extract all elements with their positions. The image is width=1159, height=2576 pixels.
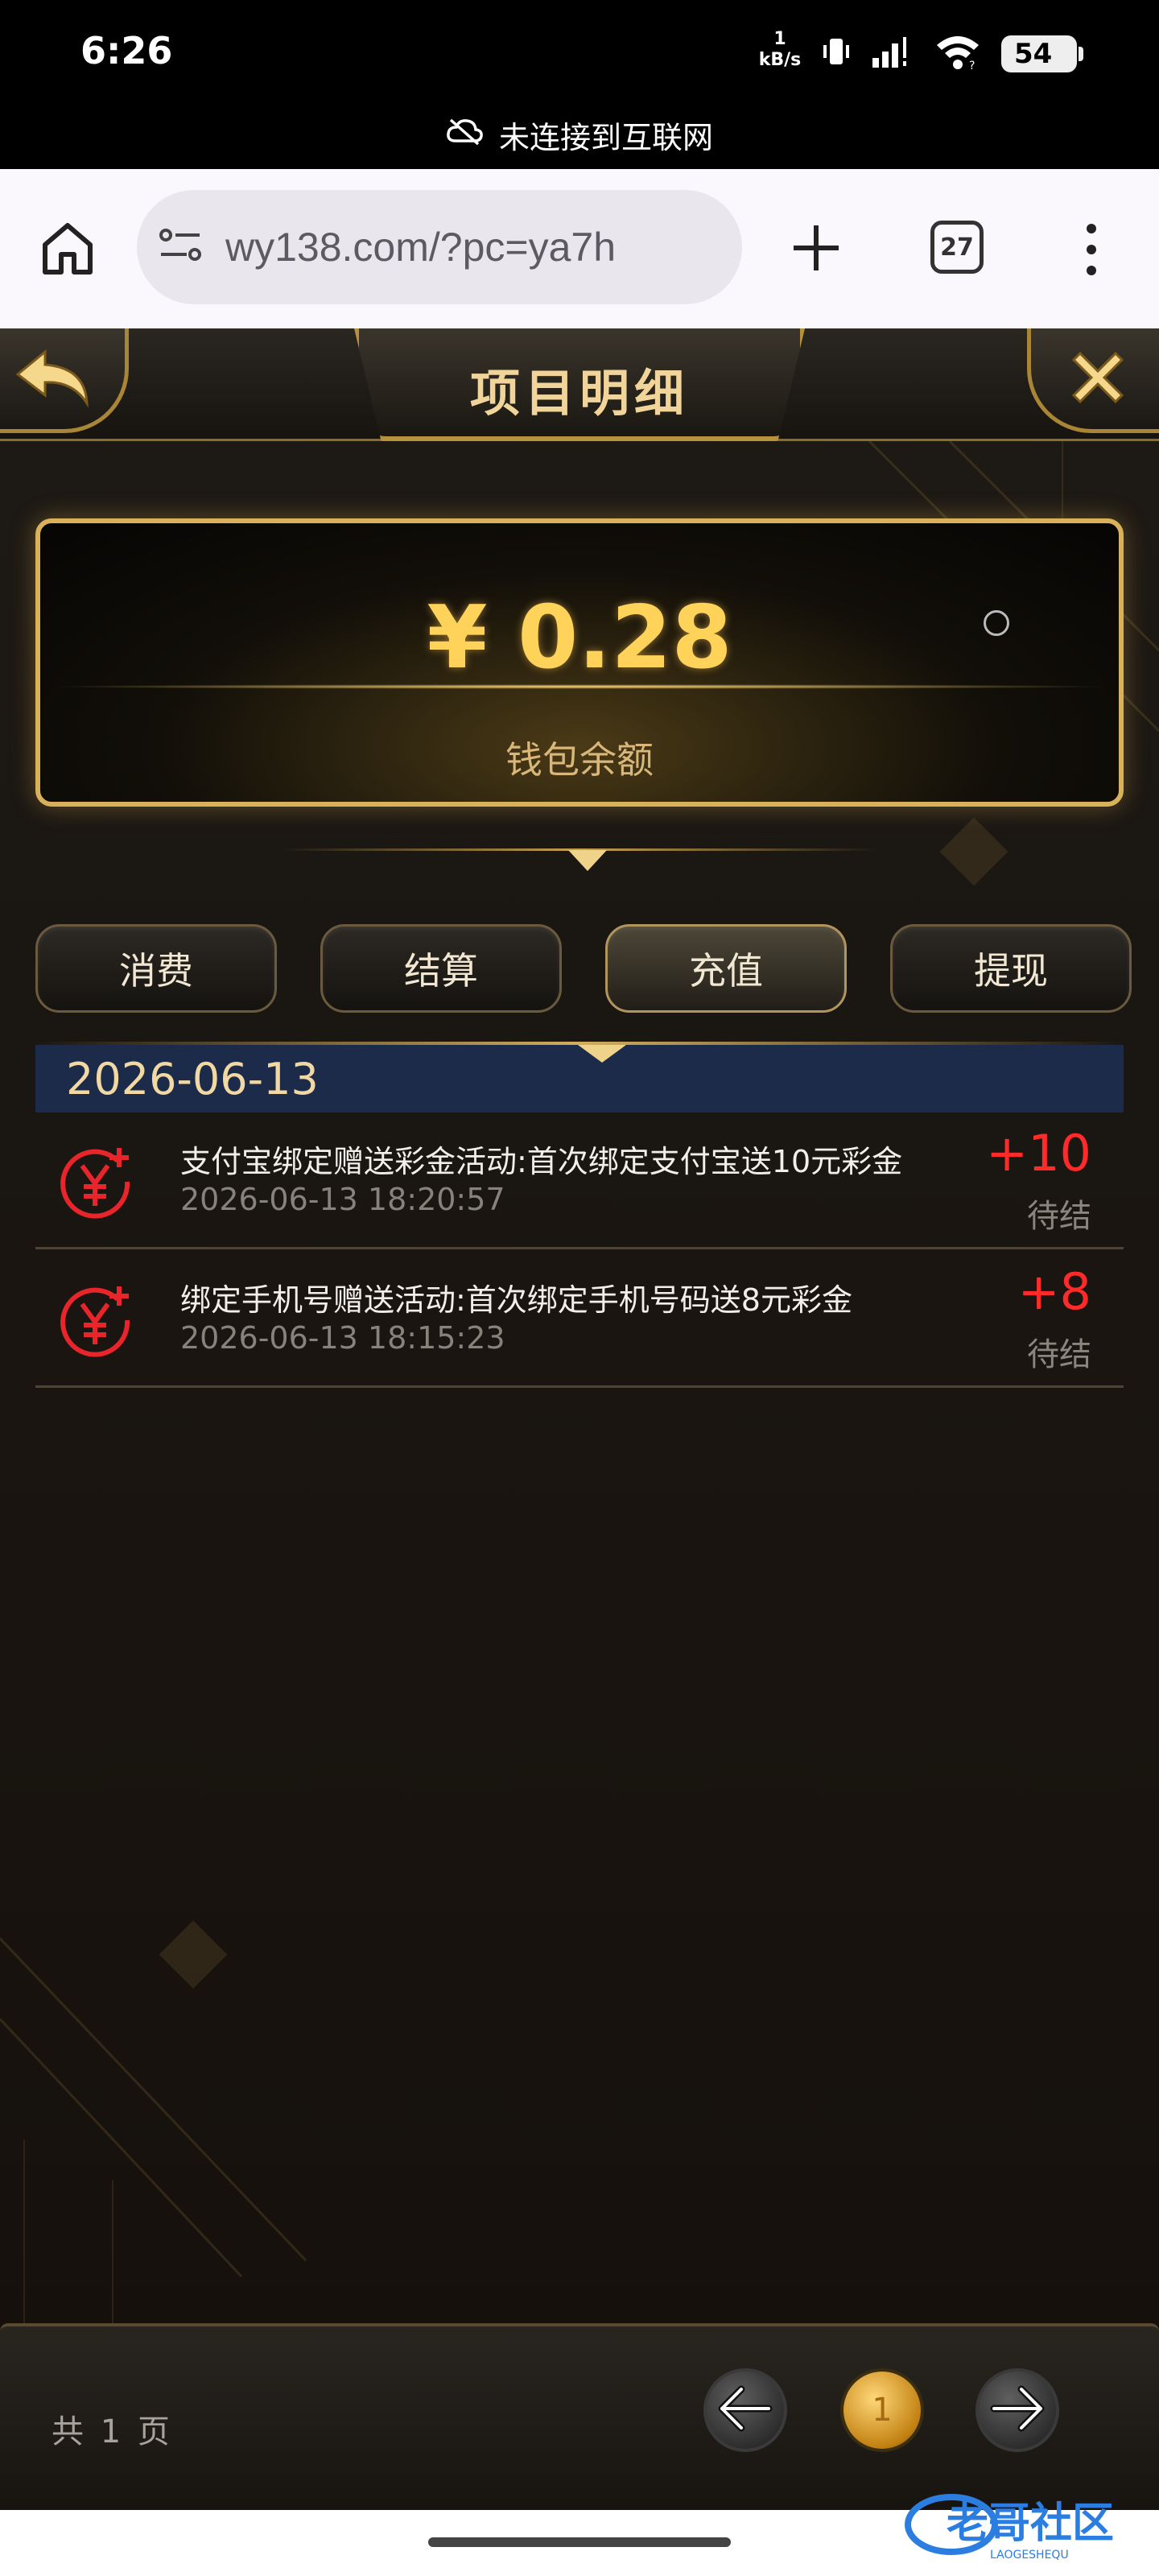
home-gesture-handle[interactable] — [428, 2537, 731, 2547]
battery-level: 54 — [1014, 38, 1053, 70]
next-page-button[interactable] — [975, 2368, 1059, 2452]
balance-label: 钱包余额 — [505, 738, 654, 782]
network-speed: 1 kB/s — [752, 29, 808, 71]
network-speed-value: 1 — [773, 29, 786, 49]
prev-page-button[interactable] — [703, 2368, 787, 2452]
record-row[interactable]: 绑定手机号赠送活动:首次绑定手机号码送8元彩金 2026-06-13 18:15… — [35, 1251, 1124, 1388]
refresh-icon[interactable] — [984, 610, 1009, 636]
vibrate-icon — [816, 34, 856, 69]
record-amount: +8 — [1017, 1262, 1091, 1321]
home-icon[interactable] — [37, 217, 98, 279]
record-row[interactable]: 支付宝绑定赠送彩金活动:首次绑定支付宝送10元彩金 2026-06-13 18:… — [35, 1113, 1124, 1249]
cloud-off-icon — [446, 118, 483, 153]
record-amount: +10 — [986, 1124, 1091, 1183]
record-status: 待结 — [1027, 1336, 1091, 1373]
page-title: 项目明细 — [469, 364, 689, 423]
site-settings-icon[interactable] — [158, 225, 204, 269]
close-icon — [1066, 345, 1130, 413]
more-menu-icon[interactable] — [1075, 219, 1107, 280]
record-type-tabs: 消费 结算 充值 提现 — [35, 924, 1132, 1016]
record-title: 支付宝绑定赠送彩金活动:首次绑定支付宝送10元彩金 — [180, 1144, 903, 1179]
record-title: 绑定手机号赠送活动:首次绑定手机号码送8元彩金 — [180, 1282, 852, 1318]
page-count: 共 1 页 — [52, 2413, 170, 2450]
watermark-text: 老哥社区 — [947, 2500, 1114, 2548]
tab-consume[interactable]: 消费 — [35, 924, 277, 1013]
yuan-plus-icon — [55, 1280, 138, 1364]
url-text[interactable]: wy138.com/?pc=ya7h — [225, 224, 616, 270]
wifi-icon: ? — [934, 34, 982, 71]
address-bar[interactable]: wy138.com/?pc=ya7h — [137, 190, 742, 304]
wallet-balance-card: ¥ 0.28 钱包余额 — [35, 518, 1124, 807]
status-bar: 6:26 1 kB/s ? 54 未连接到互联网 — [0, 0, 1159, 169]
browser-toolbar: wy138.com/?pc=ya7h 27 — [0, 169, 1159, 328]
network-speed-unit: kB/s — [758, 50, 802, 70]
signal-icon — [869, 34, 918, 69]
new-tab-icon[interactable] — [786, 217, 847, 279]
tab-switcher-button[interactable]: 27 — [930, 221, 984, 274]
pointer-arrow — [568, 850, 607, 871]
watermark-logo: 老哥社区 LAOGESHEQU — [901, 2476, 1159, 2565]
tab-withdraw[interactable]: 提现 — [890, 924, 1132, 1013]
clock: 6:26 — [80, 29, 173, 72]
game-screen: 项目明细 ¥ 0.28 钱包余额 消费 结算 充值 提现 2026-06-13 — [0, 328, 1159, 2576]
battery-indicator: 54 — [1001, 35, 1083, 72]
balance-amount: ¥ 0.28 — [427, 588, 732, 688]
back-arrow-icon — [14, 345, 95, 413]
arrow-right-icon — [989, 2384, 1046, 2436]
offline-text: 未连接到互联网 — [498, 120, 713, 155]
record-status: 待结 — [1027, 1198, 1091, 1235]
date-group-label: 2026-06-13 — [66, 1053, 319, 1104]
tab-recharge[interactable]: 充值 — [605, 924, 847, 1013]
current-page-button[interactable]: 1 — [840, 2368, 924, 2452]
svg-text:?: ? — [969, 60, 975, 71]
record-time: 2026-06-13 18:20:57 — [180, 1182, 505, 1217]
yuan-plus-icon — [55, 1141, 138, 1225]
offline-notice: 未连接到互联网 — [0, 113, 1159, 157]
date-pointer-arrow — [578, 1045, 626, 1063]
arrow-left-icon — [717, 2384, 773, 2436]
record-time: 2026-06-13 18:15:23 — [180, 1320, 505, 1356]
tab-settlement[interactable]: 结算 — [320, 924, 562, 1013]
watermark-subtext: LAOGESHEQU — [990, 2549, 1069, 2562]
